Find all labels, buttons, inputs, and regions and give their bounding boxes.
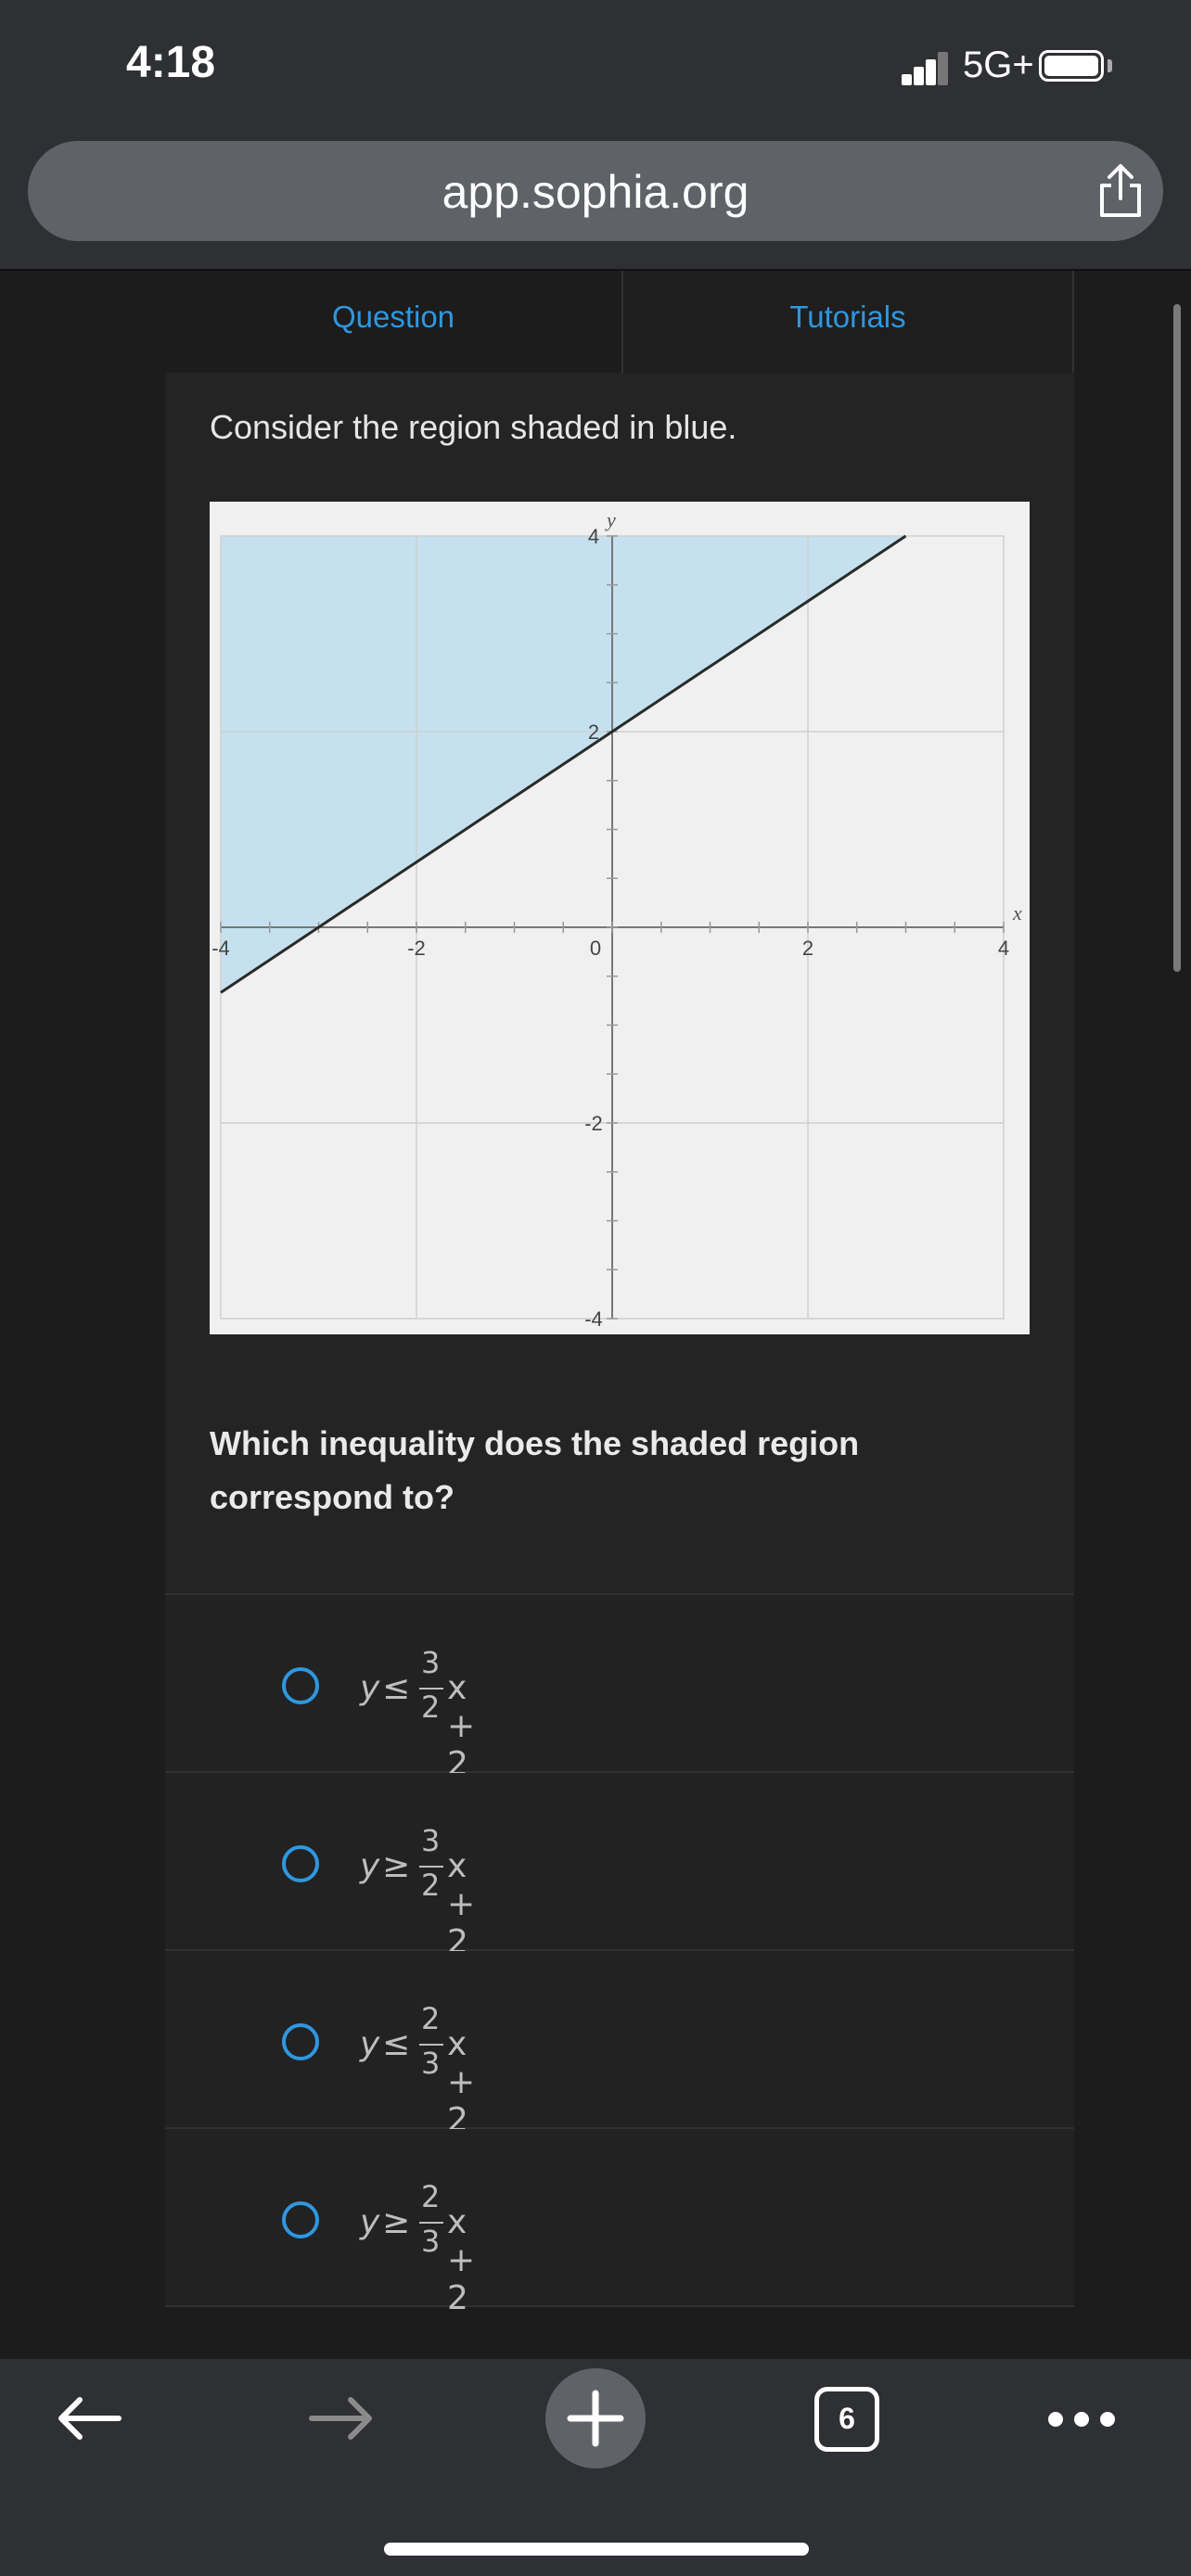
url-text[interactable]: app.sophia.org bbox=[28, 165, 1163, 219]
option-lhs: y bbox=[360, 1847, 380, 1885]
tab-question[interactable]: Question bbox=[165, 271, 621, 373]
battery-tip bbox=[1108, 59, 1112, 72]
scrollbar[interactable] bbox=[1173, 304, 1181, 972]
network-label: 5G+ bbox=[963, 45, 1034, 85]
fraction-numerator: 3 bbox=[421, 1823, 441, 1858]
x-tick-label: 4 bbox=[998, 937, 1009, 960]
more-icon[interactable] bbox=[1046, 2405, 1117, 2433]
option-rhs: x + 2 bbox=[447, 2025, 476, 2139]
option-operator: ≥ bbox=[382, 1847, 411, 1885]
question-tabs: Question Tutorials bbox=[165, 271, 1074, 374]
option-rhs: x + 2 bbox=[447, 1669, 476, 1783]
x-axis-label: x bbox=[1012, 901, 1022, 925]
question-prompt: Consider the region shaded in blue. bbox=[210, 408, 737, 446]
question-text: Which inequality does the shaded region … bbox=[210, 1424, 860, 1516]
radio-button[interactable] bbox=[282, 2023, 319, 2060]
status-time: 4:18 bbox=[126, 38, 216, 87]
radio-button[interactable] bbox=[282, 2201, 319, 2238]
option-lhs: y bbox=[360, 2025, 380, 2063]
fraction-numerator: 2 bbox=[421, 2179, 441, 2214]
x-tick-label: -4 bbox=[211, 937, 230, 960]
fraction-denominator: 2 bbox=[421, 1690, 441, 1725]
back-arrow-icon[interactable] bbox=[52, 2391, 126, 2446]
tab-count: 6 bbox=[839, 2402, 855, 2435]
battery-icon bbox=[1039, 50, 1104, 82]
tabs-icon[interactable]: 6 bbox=[814, 2387, 879, 2452]
browser-chrome: 4:18 5G+ app.sophia.org bbox=[0, 0, 1191, 269]
y-tick-label: -2 bbox=[584, 1112, 603, 1135]
option-rhs: x + 2 bbox=[447, 1847, 476, 1961]
answer-option[interactable]: y ≤2 3 x + 2 bbox=[165, 1951, 1074, 2139]
x-tick-label: 0 bbox=[590, 937, 601, 960]
y-tick-label: 4 bbox=[588, 525, 599, 548]
y-tick-label: -4 bbox=[584, 1307, 603, 1331]
option-lhs: y bbox=[360, 2203, 380, 2241]
answer-option[interactable]: y ≥3 2 x + 2 bbox=[165, 1773, 1074, 1961]
home-indicator[interactable] bbox=[384, 2543, 809, 2556]
fraction-numerator: 2 bbox=[421, 2001, 441, 2036]
signal-icon bbox=[902, 52, 948, 85]
option-operator: ≥ bbox=[382, 2203, 411, 2241]
fraction-denominator: 2 bbox=[421, 1868, 441, 1903]
fraction-denominator: 3 bbox=[421, 2224, 441, 2259]
address-bar[interactable]: app.sophia.org bbox=[28, 141, 1163, 241]
option-lhs: y bbox=[360, 1669, 380, 1707]
answer-option[interactable]: y ≤3 2 x + 2 bbox=[165, 1595, 1074, 1783]
forward-arrow-icon[interactable] bbox=[304, 2391, 378, 2446]
x-tick-label: -2 bbox=[407, 937, 426, 960]
fraction-numerator: 3 bbox=[421, 1645, 441, 1680]
tab-tutorials[interactable]: Tutorials bbox=[621, 271, 1074, 373]
radio-button[interactable] bbox=[282, 1845, 319, 1882]
answer-option[interactable]: y ≥2 3 x + 2 bbox=[165, 2129, 1074, 2317]
radio-button[interactable] bbox=[282, 1667, 319, 1704]
option-operator: ≤ bbox=[382, 2025, 411, 2063]
x-tick-label: 2 bbox=[802, 937, 813, 960]
y-axis-label: y bbox=[605, 508, 616, 531]
fraction-denominator: 3 bbox=[421, 2046, 441, 2081]
share-icon[interactable] bbox=[1093, 161, 1148, 221]
option-operator: ≤ bbox=[382, 1669, 411, 1707]
option-rhs: x + 2 bbox=[447, 2203, 476, 2317]
inequality-graph: -4 -2 0 2 442-2-4 x y bbox=[210, 502, 1030, 1334]
new-tab-plus-icon[interactable] bbox=[544, 2367, 647, 2469]
